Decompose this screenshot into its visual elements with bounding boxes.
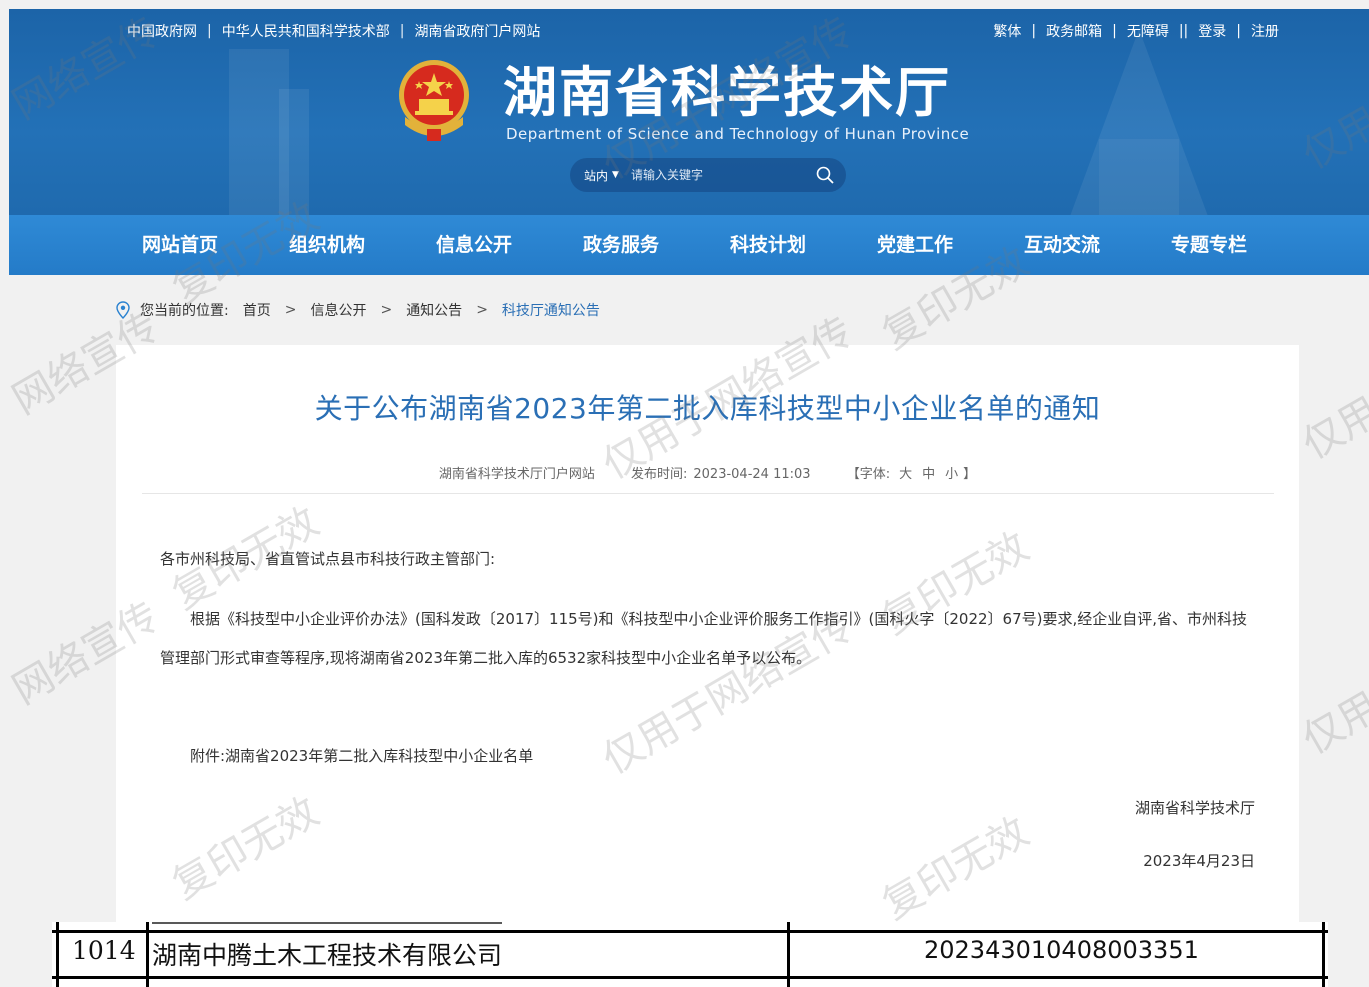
link-hunan-gov[interactable]: 湖南省政府门户网站 — [414, 21, 540, 41]
font-size-controls: 【字体: 大中小】 — [847, 467, 976, 482]
table-col-divider — [146, 922, 149, 987]
accessibility-link[interactable]: 无障碍 — [1127, 21, 1169, 41]
breadcrumb: 您当前的位置: 首页 > 信息公开 > 通知公告 > 科技厅通知公告 — [116, 296, 600, 324]
nav-party-building[interactable]: 党建工作 — [877, 215, 953, 275]
separator: || — [1178, 23, 1189, 39]
font-size-large-button[interactable]: 大 — [899, 467, 912, 482]
breadcrumb-home[interactable]: 首页 — [243, 300, 271, 320]
breadcrumb-current[interactable]: 科技厅通知公告 — [502, 300, 600, 320]
nav-interaction[interactable]: 互动交流 — [1024, 215, 1100, 275]
divider — [142, 493, 1274, 494]
search-icon[interactable] — [816, 166, 834, 184]
attachment-link[interactable]: 附件:湖南省2023年第二批入库科技型中小企业名单 — [160, 745, 1260, 766]
breadcrumb-info[interactable]: 信息公开 — [310, 300, 366, 320]
site-title: 湖南省科学技术厅 — [503, 61, 951, 124]
table-cell-code: 202343010408003351 — [924, 936, 1199, 964]
gov-mail-link[interactable]: 政务邮箱 — [1046, 21, 1102, 41]
breadcrumb-notices[interactable]: 通知公告 — [406, 300, 462, 320]
font-size-medium-button[interactable]: 中 — [922, 467, 935, 482]
separator: | — [1236, 23, 1241, 39]
site-header: 中国政府网 | 中华人民共和国科学技术部 | 湖南省政府门户网站 繁体 | 政务… — [9, 9, 1369, 215]
table-border-right — [1322, 922, 1325, 987]
font-label: 【字体: — [846, 467, 891, 482]
location-pin-icon — [116, 301, 130, 319]
font-label-end: 】 — [963, 467, 977, 482]
main-nav: 网站首页 组织机构 信息公开 政务服务 科技计划 党建工作 互动交流 专题专栏 — [9, 215, 1369, 275]
chevron-down-icon[interactable]: ▼ — [612, 170, 619, 180]
separator: | — [1112, 23, 1117, 39]
previous-row-fragment — [152, 922, 502, 924]
bg-tower-right — [1070, 29, 1208, 215]
search-input[interactable] — [628, 167, 803, 183]
separator: | — [207, 23, 212, 39]
salutation: 各市州科技局、省直管试点县市科技行政主管部门: — [160, 550, 496, 568]
nav-organization[interactable]: 组织机构 — [289, 215, 365, 275]
watermark: 仅用于 — [1295, 368, 1369, 469]
article-meta: 湖南省科学技术厅门户网站 发布时间: 2023-04-24 11:03 【字体: 大… — [116, 463, 1299, 482]
search-scope-select[interactable]: 站内 — [584, 167, 608, 184]
link-most[interactable]: 中华人民共和国科学技术部 — [222, 21, 390, 41]
attachment-table-preview: 1014 湖南中腾土木工程技术有限公司 202343010408003351 — [52, 922, 1328, 987]
breadcrumb-separator: > — [284, 302, 297, 318]
breadcrumb-label: 您当前的位置: — [140, 303, 229, 319]
nav-home[interactable]: 网站首页 — [142, 215, 218, 275]
body-paragraph: 根据《科技型中小企业评价办法》(国科发政〔2017〕115号)和《科技型中小企业… — [160, 610, 1248, 667]
table-cell-index: 1014 — [72, 936, 136, 965]
breadcrumb-separator: > — [380, 302, 393, 318]
table-col-divider — [787, 922, 790, 987]
bg-building-left-2 — [279, 89, 309, 215]
publish-time-group: 发布时间: 2023-04-24 11:03 — [631, 467, 811, 482]
article-panel: 关于公布湖南省2023年第二批入库科技型中小企业名单的通知 湖南省科学技术厅门户… — [116, 345, 1299, 935]
nav-gov-services[interactable]: 政务服务 — [583, 215, 659, 275]
publish-label: 发布时间: — [631, 467, 688, 482]
table-border-bottom — [52, 976, 1328, 979]
table-cell-company: 湖南中腾土木工程技术有限公司 — [152, 941, 503, 970]
link-gov-cn[interactable]: 中国政府网 — [127, 21, 197, 41]
separator: | — [399, 23, 405, 39]
separator: | — [1031, 23, 1037, 39]
watermark: 仅用于 — [1295, 663, 1369, 764]
top-links: 中国政府网 | 中华人民共和国科学技术部 | 湖南省政府门户网站 — [127, 21, 540, 41]
breadcrumb-separator: > — [476, 302, 488, 318]
nav-sci-plans[interactable]: 科技计划 — [730, 215, 806, 275]
register-link[interactable]: 注册 — [1251, 21, 1279, 41]
search-bar: 站内 ▼ — [570, 158, 846, 192]
national-emblem-icon — [399, 60, 469, 141]
nav-special-topics[interactable]: 专题专栏 — [1171, 215, 1247, 275]
table-border-left — [56, 922, 59, 987]
publish-time: 2023-04-24 11:03 — [693, 467, 811, 482]
article-title: 关于公布湖南省2023年第二批入库科技型中小企业名单的通知 — [314, 392, 1101, 425]
signature: 湖南省科学技术厅 — [1134, 799, 1255, 817]
login-link[interactable]: 登录 — [1198, 21, 1226, 41]
nav-info-disclosure[interactable]: 信息公开 — [436, 215, 512, 275]
site-subtitle: Department of Science and Technology of … — [506, 125, 970, 143]
traditional-chinese-link[interactable]: 繁体 — [993, 21, 1021, 41]
top-right-links: 繁体 | 政务邮箱 | 无障碍 || 登录 | 注册 — [993, 21, 1279, 41]
article-source: 湖南省科学技术厅门户网站 — [438, 467, 595, 482]
signature-date: 2023年4月23日 — [1143, 852, 1255, 870]
font-size-small-button[interactable]: 小 — [945, 467, 958, 482]
table-border-top — [52, 930, 1328, 933]
